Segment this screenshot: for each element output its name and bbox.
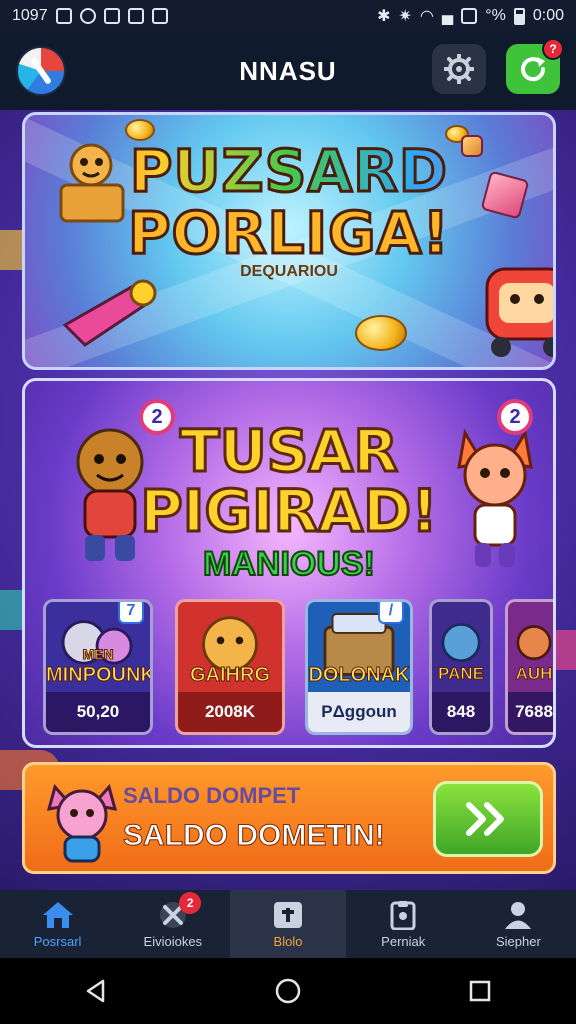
battery-icon bbox=[513, 7, 525, 25]
wallet-cta-banner[interactable]: SALDO DOMPET SALDO DOMETIN! bbox=[22, 762, 556, 874]
android-back-button[interactable] bbox=[66, 961, 126, 1021]
app-header: NNASU ? bbox=[0, 32, 576, 110]
clipboard-icon bbox=[390, 900, 416, 930]
nav-label: Blolo bbox=[273, 933, 303, 949]
game-card[interactable]: DOLONAK PΔggoun / bbox=[305, 599, 413, 735]
plus-card-icon bbox=[274, 901, 302, 928]
nav-label: Perniak bbox=[381, 933, 426, 949]
notification-icon bbox=[127, 8, 144, 24]
game-card[interactable]: GAIHRG 2008K bbox=[175, 599, 285, 735]
dice-icon bbox=[461, 135, 483, 157]
game-card-name: PANE bbox=[438, 664, 485, 684]
cat-mascot-icon bbox=[46, 783, 118, 863]
gear-icon bbox=[444, 54, 474, 84]
android-recents-button[interactable] bbox=[450, 961, 510, 1021]
wifi-icon: ◠ bbox=[419, 8, 434, 25]
banner-main-subtitle: MANIOUS! bbox=[202, 544, 376, 584]
nav-label: Eivioiokes bbox=[143, 933, 203, 949]
nav-item-home[interactable]: Posrsarl bbox=[0, 890, 115, 958]
game-card[interactable]: MEN MINPOUNK 50,20 7 bbox=[43, 599, 153, 735]
game-card-price: 50,20 bbox=[46, 692, 150, 732]
status-left-text: 1097 bbox=[12, 7, 48, 24]
app-logo-icon[interactable] bbox=[16, 46, 66, 96]
nav-item-clipboard[interactable]: Perniak bbox=[346, 890, 461, 958]
sim-icon bbox=[461, 8, 478, 24]
coin-icon bbox=[125, 119, 155, 141]
signal-icon: ▄ bbox=[441, 7, 454, 24]
game-card-overline: MEN bbox=[82, 646, 114, 663]
cta-go-button[interactable] bbox=[433, 781, 543, 857]
game-card-price: 2008K bbox=[178, 692, 282, 732]
double-chevron-right-icon bbox=[466, 802, 504, 836]
nav-label: Posrsarl bbox=[33, 933, 82, 949]
game-card-name: AUH bbox=[515, 664, 553, 684]
game-card[interactable]: PANE 848 bbox=[429, 599, 493, 735]
status-left: 1097 bbox=[12, 7, 168, 25]
featured-banner-top[interactable]: PUZSARD PORLIGA! DEQUARIOU bbox=[22, 112, 556, 370]
coin-icon bbox=[355, 315, 407, 351]
battery-percent: °% bbox=[485, 7, 506, 24]
game-card-price: PΔggoun bbox=[308, 692, 410, 732]
banner-top-title-line2: PORLIGA! bbox=[127, 198, 451, 269]
game-card-row: MEN MINPOUNK 50,20 7 GAIHRG 2008K DOLONA… bbox=[43, 599, 553, 739]
game-card-price: 7688 bbox=[508, 692, 553, 732]
game-card-price: 848 bbox=[432, 692, 490, 732]
notification-icon bbox=[103, 8, 120, 24]
banner-main-title-line2: PIGIRAD! bbox=[139, 476, 439, 547]
refresh-button[interactable]: ? bbox=[506, 38, 564, 94]
app-title: NNASU bbox=[239, 55, 337, 86]
game-card-name: MINPOUNK bbox=[46, 664, 153, 687]
nav-item-tools[interactable]: 2 Eivioiokes bbox=[115, 890, 230, 958]
status-bar: 1097 ✱ ✷ ◠ ▄ °% 0:00 bbox=[0, 0, 576, 32]
game-card-badge: 7 bbox=[118, 602, 144, 624]
cta-label: SALDO DOMPET bbox=[123, 783, 301, 808]
nav-item-active[interactable]: Blolo bbox=[230, 890, 346, 958]
person-icon bbox=[505, 901, 532, 929]
bluetooth-icon: ✱ bbox=[377, 8, 391, 25]
nav-label: Siepher bbox=[496, 933, 541, 949]
featured-banner-main[interactable]: 2 2 TUSAR PIGIRAD! MANIOUS! MEN MINPOUNK… bbox=[22, 378, 556, 748]
nav-badge: 2 bbox=[179, 892, 202, 914]
settings-button[interactable] bbox=[432, 44, 486, 94]
horn-icon bbox=[62, 279, 157, 347]
android-home-button[interactable] bbox=[258, 961, 318, 1021]
status-time: 0:00 bbox=[532, 7, 564, 24]
android-nav-bar bbox=[0, 958, 576, 1024]
game-card[interactable]: AUH 7688 bbox=[505, 599, 553, 735]
back-triangle-icon bbox=[86, 979, 105, 1003]
home-icon bbox=[42, 901, 73, 928]
notification-icon bbox=[79, 8, 96, 24]
vibrate-icon: ✷ bbox=[398, 8, 412, 25]
game-card-name: DOLONAK bbox=[308, 664, 410, 687]
status-right: ✱ ✷ ◠ ▄ °% 0:00 bbox=[377, 6, 564, 26]
refresh-icon bbox=[521, 57, 546, 82]
refresh-badge: ? bbox=[542, 38, 564, 60]
nav-item-profile[interactable]: Siepher bbox=[461, 890, 576, 958]
banner-main-title-line1: TUSAR bbox=[179, 416, 400, 487]
bottom-nav: Posrsarl 2 Eivioiokes Blolo Perniak Siep… bbox=[0, 890, 576, 958]
robot-mascot-icon bbox=[485, 267, 553, 357]
notification-icon bbox=[151, 8, 168, 24]
notification-icon bbox=[55, 8, 72, 24]
game-card-badge: / bbox=[378, 602, 404, 624]
recents-square-icon bbox=[469, 980, 491, 1002]
game-card-name: GAIHRG bbox=[190, 664, 271, 687]
home-circle-icon bbox=[275, 978, 301, 1004]
cta-title: SALDO DOMETIN! bbox=[123, 819, 386, 853]
